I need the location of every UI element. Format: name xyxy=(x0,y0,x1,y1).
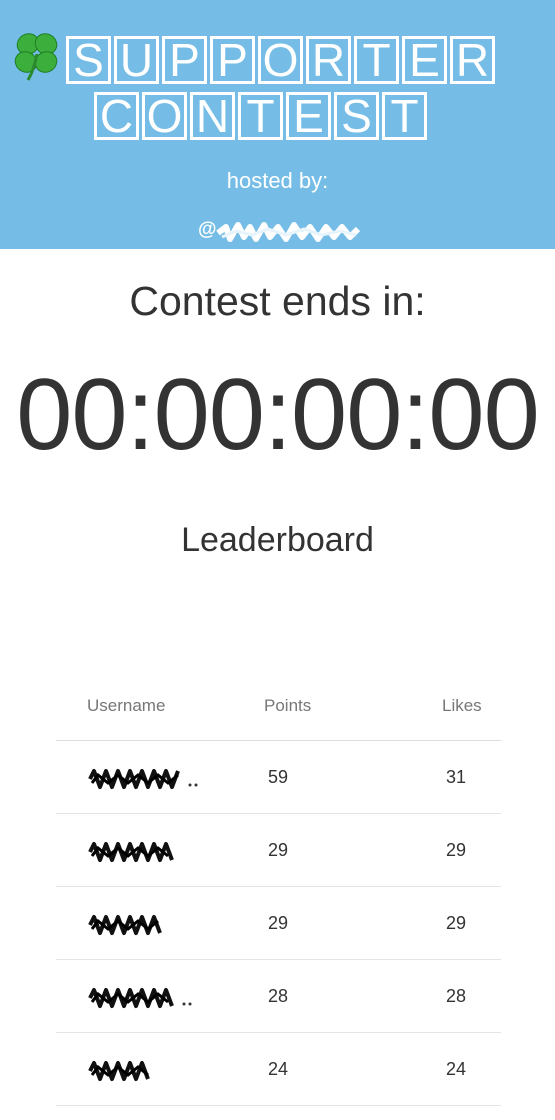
redacted-username xyxy=(88,915,162,935)
handle-at-sign: @ xyxy=(198,219,217,240)
redacted-username xyxy=(88,842,174,862)
column-username: Username xyxy=(87,696,166,715)
row-points: 29 xyxy=(268,913,289,933)
row-points: 29 xyxy=(268,840,289,860)
row-points: 24 xyxy=(268,1059,289,1079)
table-header: Username Points Likes xyxy=(56,680,501,741)
title-letter-tile: P xyxy=(162,36,207,84)
title-letter-tile: O xyxy=(258,36,303,84)
four-leaf-clover-icon xyxy=(14,33,58,81)
title-supporter: SUPPORTER xyxy=(66,36,495,84)
title-letter-tile: S xyxy=(66,36,111,84)
title-letter-tile: C xyxy=(94,92,139,140)
table-row[interactable]: 29 29 xyxy=(56,814,501,887)
table-row[interactable]: 59 31 xyxy=(56,741,501,814)
title-letter-tile: R xyxy=(306,36,351,84)
title-letter-tile: S xyxy=(334,92,379,140)
contest-header: SUPPORTER CONTEST hosted by: @ xyxy=(0,0,555,249)
title-letter-tile: O xyxy=(142,92,187,140)
title-letter-tile: E xyxy=(286,92,331,140)
column-points: Points xyxy=(264,696,312,715)
title-contest: CONTEST xyxy=(94,92,427,140)
redacted-username xyxy=(88,769,198,789)
row-likes: 29 xyxy=(446,840,467,860)
leaderboard-table: Username Points Likes 59 31 29 29 29 29 28 28 24… xyxy=(56,680,501,1106)
redacted-username xyxy=(88,1061,150,1081)
redacted-handle-scribble xyxy=(216,222,361,242)
row-likes: 31 xyxy=(446,767,467,787)
title-letter-tile: N xyxy=(190,92,235,140)
column-likes: Likes xyxy=(442,696,482,715)
row-likes: 29 xyxy=(446,913,467,933)
leaderboard-title: Leaderboard xyxy=(181,521,374,559)
hosted-by-label: hosted by: xyxy=(226,168,329,193)
title-letter-tile: U xyxy=(114,36,159,84)
row-points: 28 xyxy=(268,986,289,1006)
row-points: 59 xyxy=(268,767,289,787)
title-letter-tile: R xyxy=(450,36,495,84)
table-row[interactable]: 24 24 xyxy=(56,1033,501,1106)
title-letter-tile: P xyxy=(210,36,255,84)
title-letter-tile: T xyxy=(354,36,399,84)
title-letter-tile: T xyxy=(238,92,283,140)
table-row[interactable]: 28 28 xyxy=(56,960,501,1033)
table-row[interactable]: 29 29 xyxy=(56,887,501,960)
redacted-username xyxy=(88,988,192,1008)
contest-ends-label: Contest ends in: xyxy=(129,278,426,324)
title-letter-tile: E xyxy=(402,36,447,84)
countdown-timer: 00:00:00:00 xyxy=(16,359,540,471)
row-likes: 28 xyxy=(446,986,467,1006)
title-letter-tile: T xyxy=(382,92,427,140)
host-handle[interactable]: @ xyxy=(198,219,368,245)
row-likes: 24 xyxy=(446,1059,467,1079)
